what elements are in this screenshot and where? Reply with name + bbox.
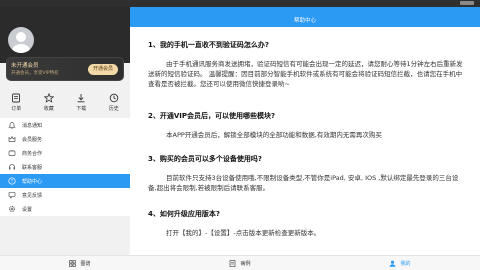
tab-label: 病例 <box>240 260 251 267</box>
quick-action-label: 下载 <box>76 106 87 112</box>
quick-action-favorites[interactable]: 收藏 <box>33 91 66 117</box>
faq-answer: 打开【我的】-【设置】-点击版本更新检查更新版本。 <box>166 229 321 237</box>
help-center-panel: 帮助中心 1、我的手机一直收不到验证码怎么办? 由于手机通讯服务商发送拥堵，验证… <box>130 7 480 255</box>
gear-icon <box>8 205 16 213</box>
crown-icon <box>8 135 16 142</box>
profile-header <box>0 7 130 63</box>
page-header: 帮助中心 <box>130 7 480 27</box>
faq-answer: 由于手机通讯服务商发送拥堵，验证码短信有可能会出现一定的延迟，请您耐心等待1分钟… <box>148 60 463 88</box>
sidebar-item-label: 商务合作 <box>22 150 43 157</box>
headset-icon <box>9 164 15 170</box>
sidebar-item-support[interactable]: 联系客服 <box>0 160 130 174</box>
feedback-icon <box>8 191 16 199</box>
order-icon <box>12 93 21 103</box>
quick-action-orders[interactable]: 订单 <box>0 91 33 117</box>
sidebar: 未开通会员 开通会员，享受VIP特权 开通会员 订单 收藏 下载 历史 消息通知… <box>0 7 130 255</box>
document-icon <box>230 259 236 267</box>
bottom-tab-bar: 图谱 病例 我的 <box>0 255 480 270</box>
tab-label: 图谱 <box>80 260 91 267</box>
sidebar-item-label: 消息通知 <box>22 122 43 129</box>
sidebar-item-label: 会员服务 <box>22 136 43 143</box>
sidebar-item-business[interactable]: 商务合作 <box>0 146 130 160</box>
tab-cases[interactable]: 病例 <box>160 256 320 270</box>
faq-item: 2、开通VIP会员后，可以使用哪些模块? 本APP开通会员后，解锁全部模块的全部… <box>148 111 466 140</box>
vip-subtitle: 开通会员，享受VIP特权 <box>11 71 59 76</box>
status-bar <box>0 0 480 7</box>
help-icon: ? <box>8 177 16 185</box>
faq-item: 3、购买的会员可以多个设备使用吗? 目前软件只支持3台设备使用哦,不限制设备类型… <box>148 154 466 193</box>
sidebar-item-help-center[interactable]: ? 帮助中心 <box>0 174 130 188</box>
sidebar-item-label: 意见反馈 <box>22 192 43 199</box>
vip-status-text: 未开通会员 <box>11 63 39 69</box>
download-icon <box>77 94 85 103</box>
battery-icon <box>460 1 474 5</box>
avatar[interactable] <box>8 27 34 53</box>
sidebar-item-label: 联系客服 <box>22 164 43 171</box>
sidebar-item-label: 设置 <box>22 206 33 213</box>
faq-question: 3、购买的会员可以多个设备使用吗? <box>148 155 262 163</box>
quick-action-downloads[interactable]: 下载 <box>65 91 98 117</box>
user-icon <box>390 260 396 267</box>
sidebar-item-settings[interactable]: 设置 <box>0 202 130 216</box>
history-icon <box>109 93 118 103</box>
star-icon <box>43 93 54 103</box>
faq-answer: 本APP开通会员后，解锁全部模块的全部功能和数据,有效期内无需再次购买 <box>166 131 382 139</box>
quick-actions: 订单 收藏 下载 历史 <box>0 91 130 117</box>
sidebar-item-label: 帮助中心 <box>22 178 43 185</box>
grid-icon <box>69 259 77 267</box>
faq-item: 4、如何升级应用版本? 打开【我的】-【设置】-点击版本更新检查更新版本。 <box>148 209 466 238</box>
page-title: 帮助中心 <box>293 18 316 24</box>
handshake-icon <box>8 150 16 156</box>
quick-action-history[interactable]: 历史 <box>98 91 131 117</box>
quick-action-label: 历史 <box>108 106 119 112</box>
tab-label: 我的 <box>400 260 411 267</box>
quick-action-label: 收藏 <box>43 106 54 112</box>
faq-question: 4、如何升级应用版本? <box>148 210 220 218</box>
sidebar-item-feedback[interactable]: 意见反馈 <box>0 188 130 202</box>
sidebar-item-membership[interactable]: 会员服务 <box>0 132 130 146</box>
faq-question: 2、开通VIP会员后，可以使用哪些模块? <box>148 112 276 120</box>
faq-question: 1、我的手机一直收不到验证码怎么办? <box>148 41 269 49</box>
sidebar-item-notifications[interactable]: 消息通知 <box>0 118 130 132</box>
open-vip-button[interactable]: 开通会员 <box>88 64 118 75</box>
tab-atlas[interactable]: 图谱 <box>0 256 160 270</box>
tab-profile[interactable]: 我的 <box>320 256 480 270</box>
faq-item: 1、我的手机一直收不到验证码怎么办? 由于手机通讯服务商发送拥堵，验证码短信有可… <box>148 40 466 89</box>
vip-card[interactable]: 未开通会员 开通会员，享受VIP特权 开通会员 <box>6 57 124 81</box>
quick-action-label: 订单 <box>11 106 22 112</box>
sidebar-menu: 消息通知 会员服务 商务合作 联系客服 ? 帮助中心 意见反馈 设置 <box>0 118 130 216</box>
faq-answer: 目前软件只支持3台设备使用哦,不限制设备类型,不管你是iPad, 安卓, IOS… <box>148 174 459 192</box>
bell-icon <box>8 122 16 129</box>
